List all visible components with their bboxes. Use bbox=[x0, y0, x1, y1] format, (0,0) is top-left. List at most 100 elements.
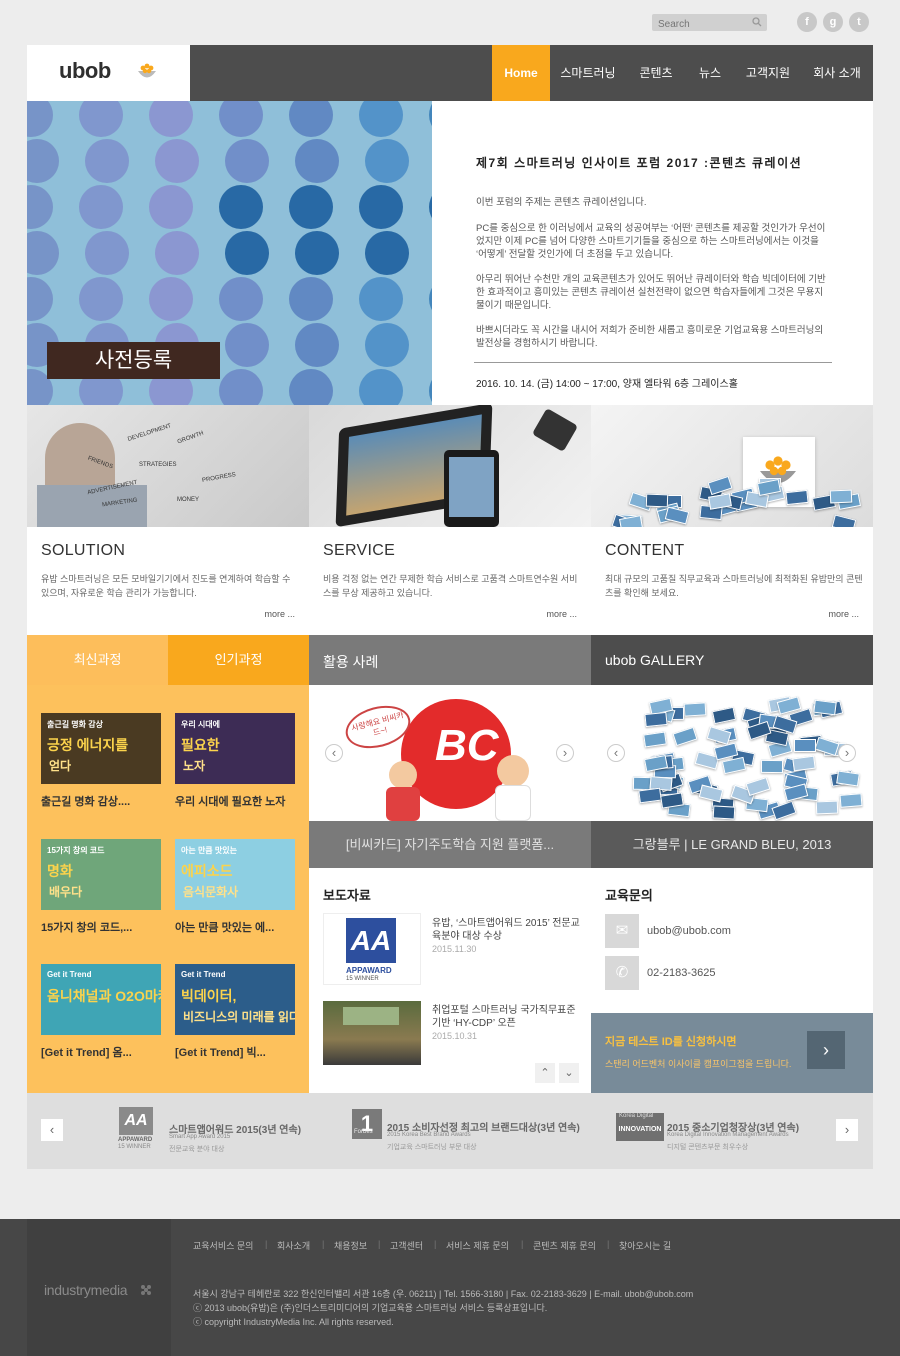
hero-pattern-dot bbox=[219, 101, 263, 137]
hero-date: 2016. 10. 14. (금) 14:00 ~ 17:00, 양재 엘타워 … bbox=[476, 379, 738, 390]
press-item-date: 2015.10.31 bbox=[432, 1031, 478, 1041]
inquiry-section: 교육문의 ✉ ubob@ubob.com ✆ 02-2183-3625 bbox=[591, 868, 873, 1013]
content-card-thumb bbox=[829, 489, 853, 504]
hero-paragraph: 바쁘시더라도 꼭 시간을 내시어 저희가 준비한 새롭고 흥미로운 기업교육용 … bbox=[476, 325, 824, 349]
solution-photo[interactable]: DEVELOPMENT GROWTH FRIENDS STRATEGIES PR… bbox=[27, 405, 309, 527]
gallery-next-button[interactable]: › bbox=[838, 744, 856, 762]
app-award-sub: 15 WINNER bbox=[346, 976, 379, 982]
hero-content: 제7회 스마트러닝 인사이트 포럼 2017 :콘텐츠 큐레이션 이번 포럼의 … bbox=[432, 101, 873, 405]
nav-about[interactable]: 회사 소개 bbox=[808, 45, 866, 101]
industrymedia-logo-icon bbox=[141, 1285, 151, 1295]
hero-pattern-dot bbox=[359, 101, 403, 137]
hero-pattern-dot bbox=[149, 185, 193, 229]
footer-logo[interactable]: industrymedia bbox=[44, 1282, 128, 1298]
use-case-caption[interactable]: [비씨카드] 자기주도학습 지원 플랫폼... bbox=[309, 821, 591, 868]
nav-smartlearning[interactable]: 스마트러닝 bbox=[556, 45, 620, 101]
twitter-icon[interactable]: t bbox=[849, 12, 869, 32]
course-title[interactable]: 아는 만큼 맛있는 에... bbox=[175, 919, 274, 935]
award-sub: Korea Digital Innovation Management Awar… bbox=[667, 1132, 789, 1138]
course-art-title: 빅데이터, bbox=[181, 988, 237, 1004]
hero-paragraph: 아무리 뛰어난 수천만 개의 교육콘텐츠가 있어도 뛰어난 큐레이터와 학습 빅… bbox=[476, 274, 826, 311]
logo[interactable]: ubob bbox=[27, 45, 190, 101]
inquiry-email[interactable]: ubob@ubob.com bbox=[647, 925, 731, 937]
nav-news[interactable]: 뉴스 bbox=[690, 45, 730, 101]
footer-link[interactable]: 교육서비스 문의 bbox=[193, 1239, 253, 1252]
content-card-thumb bbox=[760, 760, 783, 774]
nav-support[interactable]: 고객지원 bbox=[740, 45, 796, 101]
hero-pattern-dot bbox=[359, 277, 403, 321]
footer-copyright: ⓒ copyright IndustryMedia Inc. All right… bbox=[193, 1317, 394, 1327]
awards-next-button[interactable]: › bbox=[836, 1119, 858, 1141]
use-cases-title: 활용 사례 bbox=[323, 654, 379, 670]
more-link[interactable]: more ... bbox=[828, 609, 859, 619]
press-item-date: 2015.11.30 bbox=[432, 944, 477, 954]
footer-logo-box: industrymedia bbox=[27, 1219, 171, 1356]
footer-separator: | bbox=[434, 1239, 437, 1249]
award-sub: 전문교육 분야 대상 bbox=[169, 1146, 225, 1153]
content-card-thumb bbox=[683, 702, 707, 717]
course-thumbnail[interactable]: 15가지 창의 코드 명화 배우다 bbox=[41, 839, 161, 910]
footer-link[interactable]: 고객센터 bbox=[390, 1239, 423, 1252]
hero-pattern-dot bbox=[365, 323, 409, 367]
hero-pattern-dot bbox=[155, 139, 199, 183]
course-art-subtitle: 비즈니스의 미래를 읽다 bbox=[183, 1010, 295, 1024]
content-card-thumb bbox=[638, 787, 662, 804]
course-thumbnail[interactable]: 아는 만큼 맛있는 에피소드 음식문화사 bbox=[175, 839, 295, 910]
footer-link[interactable]: 콘텐츠 제휴 문의 bbox=[533, 1239, 596, 1252]
use-case-slide[interactable]: BC 사랑해요 비씨카드~! ‹ › bbox=[309, 685, 591, 821]
content-card-thumb bbox=[712, 805, 736, 820]
test-id-banner[interactable]: 지금 테스트 ID를 신청하시면 스탠리 어드벤처 이사이클 캠프이그접을 드립… bbox=[591, 1013, 873, 1093]
use-case-prev-button[interactable]: ‹ bbox=[325, 744, 343, 762]
hero-pattern-dot bbox=[289, 369, 333, 405]
google-plus-icon[interactable]: g bbox=[823, 12, 843, 32]
use-case-next-button[interactable]: › bbox=[556, 744, 574, 762]
course-art-small: 우리 시대에 bbox=[181, 720, 221, 729]
course-title[interactable]: [Get it Trend] 빅... bbox=[175, 1044, 266, 1060]
nav-contents[interactable]: 콘텐츠 bbox=[631, 45, 681, 101]
search-icon[interactable] bbox=[752, 17, 762, 27]
solution-card: SOLUTION 유밥 스마트러닝은 모든 모바일기기에서 진도를 연계하여 학… bbox=[27, 527, 309, 635]
more-link[interactable]: more ... bbox=[546, 609, 577, 619]
search-input[interactable] bbox=[652, 16, 744, 33]
service-photo[interactable] bbox=[309, 405, 591, 527]
nav-home[interactable]: Home bbox=[492, 45, 550, 101]
hero-pattern-dot bbox=[289, 185, 333, 229]
footer-link[interactable]: 서비스 제휴 문의 bbox=[446, 1239, 509, 1252]
photo-label: GROWTH bbox=[176, 430, 205, 446]
app-award-thumb[interactable]: AA APPAWARD 15 WINNER bbox=[323, 913, 421, 985]
content-card-thumb bbox=[832, 514, 857, 527]
gallery-prev-button[interactable]: ‹ bbox=[607, 744, 625, 762]
content-photo[interactable] bbox=[591, 405, 873, 527]
footer-link[interactable]: 회사소개 bbox=[277, 1239, 310, 1252]
gallery-slide[interactable]: ‹ › bbox=[591, 685, 873, 821]
chevron-right-icon[interactable]: › bbox=[807, 1031, 845, 1069]
footer-link[interactable]: 채용정보 bbox=[334, 1239, 367, 1252]
content-card-thumb bbox=[785, 489, 810, 505]
course-title[interactable]: 출근길 명화 감상.... bbox=[41, 793, 130, 809]
pre-register-button[interactable]: 사전등록 bbox=[47, 342, 220, 379]
search-box[interactable] bbox=[652, 14, 767, 33]
awards-prev-button[interactable]: ‹ bbox=[41, 1119, 63, 1141]
tab-popular[interactable]: 인기과정 bbox=[168, 635, 309, 685]
gallery-caption[interactable]: 그랑블루 | LE GRAND BLEU, 2013 bbox=[591, 821, 873, 868]
course-title[interactable]: [Get it Trend] 옴... bbox=[41, 1044, 132, 1060]
course-title[interactable]: 우리 시대에 필요한 노자 bbox=[175, 793, 285, 809]
press-down-button[interactable]: ⌄ bbox=[559, 1063, 579, 1083]
press-item-title[interactable]: 취업포털 스마트러닝 국가직무표준 기반 ‘HY-CDP’ 오픈 bbox=[432, 1004, 582, 1030]
more-link[interactable]: more ... bbox=[264, 609, 295, 619]
press-up-button[interactable]: ⌃ bbox=[535, 1063, 555, 1083]
tab-latest[interactable]: 최신과정 bbox=[27, 635, 168, 685]
course-thumbnail[interactable]: 출근길 명화 감상 긍정 에너지를 얻다 bbox=[41, 713, 161, 784]
course-thumbnail[interactable]: 우리 시대에 필요한 노자 bbox=[175, 713, 295, 784]
footer-link[interactable]: 찾아오시는 길 bbox=[619, 1239, 671, 1252]
facebook-icon[interactable]: f bbox=[797, 12, 817, 32]
hero-pattern-dot bbox=[79, 101, 123, 137]
hero-pattern-dot bbox=[225, 231, 269, 275]
press-photo[interactable] bbox=[323, 1001, 421, 1065]
use-cases-header: 활용 사례 bbox=[309, 635, 591, 685]
course-thumbnail[interactable]: Get it Trend 옴니채널과 O2O마케팅 bbox=[41, 964, 161, 1035]
press-item-title[interactable]: 유밥, ‘스마트앱어워드 2015’ 전문교육분야 대상 수상 bbox=[432, 917, 582, 943]
course-thumbnail[interactable]: Get it Trend 빅데이터, 비즈니스의 미래를 읽다 bbox=[175, 964, 295, 1035]
course-title[interactable]: 15가지 창의 코드,... bbox=[41, 919, 132, 935]
hero-pattern-dot bbox=[289, 101, 333, 137]
